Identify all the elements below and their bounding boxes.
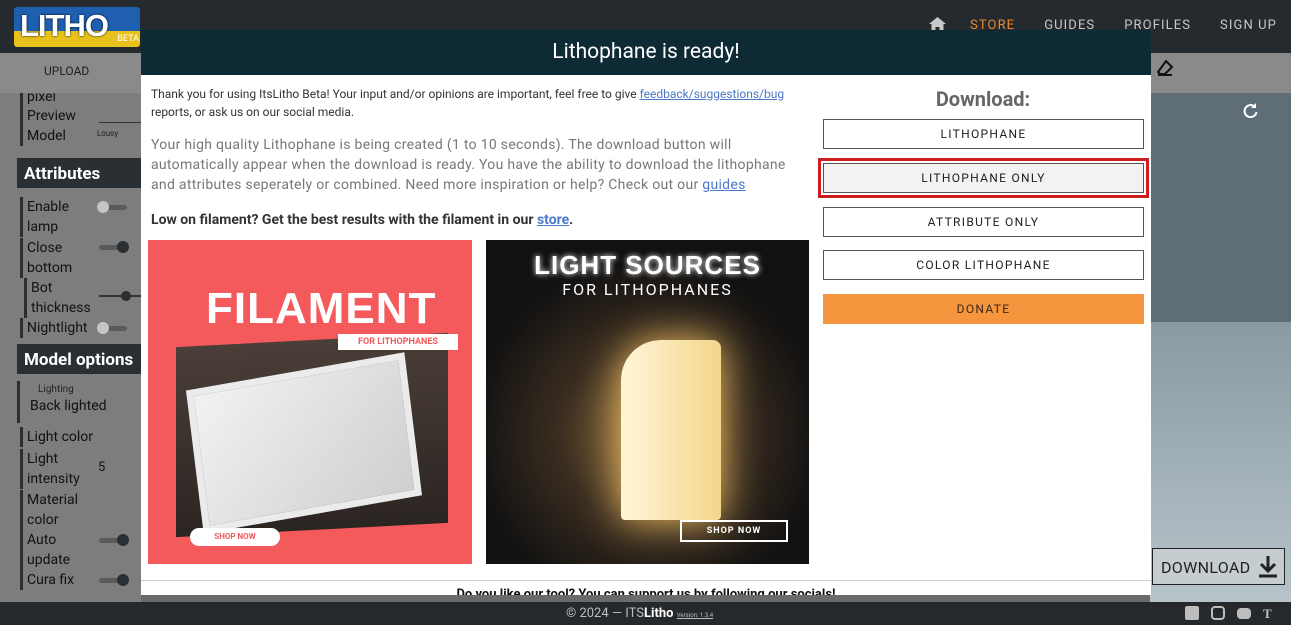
instagram-icon[interactable]: [1211, 606, 1225, 620]
download-modal: Lithophane is ready! Thank you for using…: [141, 30, 1151, 595]
lighting-value: Back lighted: [30, 398, 107, 414]
quality-low-label: Lousy: [97, 129, 119, 138]
intro-text: Thank you for using ItsLitho Beta! Your …: [151, 87, 785, 119]
facebook-icon[interactable]: [1185, 606, 1199, 620]
color-lithophane-button[interactable]: COLOR LITHOPHANE: [823, 250, 1144, 280]
modal-title: Lithophane is ready!: [141, 30, 1151, 75]
preview-label: Preview: [20, 106, 76, 126]
bottom-label: bottom: [20, 258, 72, 278]
enable-lamp-toggle[interactable]: [97, 201, 127, 213]
cura-fix-toggle[interactable]: [99, 574, 129, 586]
3d-viewport[interactable]: [1150, 93, 1291, 602]
guides-link[interactable]: guides: [702, 177, 745, 193]
light-sources-ad[interactable]: LIGHT SOURCES FOR LITHOPHANES SHOP NOW: [486, 240, 809, 564]
upload-tab[interactable]: UPLOAD: [44, 64, 89, 78]
lithophane-only-button[interactable]: LITHOPHANE ONLY: [818, 158, 1149, 198]
light-label: Light: [20, 449, 58, 469]
light-shop-now[interactable]: SHOP NOW: [680, 520, 788, 542]
settings-sidebar: pixel Preview Model Lousy Attributes Ena…: [0, 93, 141, 602]
copyright: © 2024 — ITSLitho Version: 1.3.4: [566, 606, 714, 621]
light-intensity-value[interactable]: 5: [98, 460, 105, 475]
pixel-label: pixel: [20, 93, 56, 107]
download-icon: [1259, 556, 1277, 578]
download-heading: Download:: [935, 87, 1031, 111]
auto-update-toggle[interactable]: [99, 534, 129, 546]
cura-fix-label: Cura fix: [20, 570, 74, 590]
lighting-label: Lighting: [38, 384, 74, 395]
youtube-icon[interactable]: [1237, 608, 1251, 619]
lamp-image: [621, 340, 721, 520]
logo-badge: BETA: [117, 34, 139, 44]
nav-sign-up[interactable]: SIGN UP: [1220, 18, 1277, 33]
page-footer: © 2024 — ITSLitho Version: 1.3.4 T: [0, 602, 1291, 625]
download-main-button[interactable]: DOWNLOAD: [1152, 548, 1285, 585]
version-link[interactable]: Version: 1.3.4: [677, 612, 713, 619]
color-label: color: [20, 510, 58, 530]
store-link[interactable]: store: [537, 212, 569, 228]
donate-button[interactable]: DONATE: [823, 294, 1144, 324]
feedback-link[interactable]: feedback/suggestions/bug: [640, 87, 785, 101]
eraser-icon[interactable]: [1157, 60, 1173, 76]
model-options-header[interactable]: Model options: [17, 344, 141, 374]
nightlight-label: Nightlight: [20, 318, 88, 338]
itslitho-logo[interactable]: LITHO BETA: [14, 7, 140, 47]
download-main-label: DOWNLOAD: [1161, 558, 1251, 577]
material-label: Material: [20, 490, 78, 510]
filament-shop-now[interactable]: SHOP NOW: [190, 528, 280, 546]
bot-thickness-slider[interactable]: [99, 291, 141, 301]
lithophane-button[interactable]: LITHOPHANE: [823, 119, 1144, 149]
intensity-label: intensity: [20, 469, 80, 489]
update-label: update: [20, 550, 70, 570]
logo-text: LITHO: [20, 8, 109, 43]
attribute-only-button[interactable]: ATTRIBUTE ONLY: [823, 207, 1144, 237]
enable-label: Enable: [20, 197, 69, 217]
refresh-icon[interactable]: [1243, 103, 1258, 118]
lighting-select[interactable]: Lighting Back lighted: [17, 381, 141, 423]
quality-slider[interactable]: [99, 122, 141, 123]
thickness-label: thickness: [24, 298, 91, 318]
light-ad-title: LIGHT SOURCES: [534, 250, 761, 280]
close-label: Close: [20, 238, 62, 258]
model-label: Model: [20, 126, 66, 146]
lithophane-tray-image: [176, 332, 448, 538]
tiktok-icon[interactable]: T: [1263, 606, 1277, 621]
modal-footer-text: Do you like our tool? You can support us…: [141, 580, 1151, 595]
description-text: Your high quality Lithophane is being cr…: [151, 137, 786, 193]
lamp-label: lamp: [20, 217, 58, 237]
light-color-label: Light color: [20, 427, 93, 447]
filament-ad-title: FILAMENT: [206, 284, 437, 333]
attributes-header[interactable]: Attributes: [17, 158, 141, 188]
light-ad-subtitle: FOR LITHOPHANES: [562, 280, 733, 299]
close-bottom-toggle[interactable]: [99, 241, 129, 253]
filament-ad-tag: FOR LITHOPHANES: [338, 334, 458, 350]
filament-promo-text: Low on filament? Get the best results wi…: [151, 212, 574, 228]
filament-ad[interactable]: FILAMENT FOR LITHOPHANES SHOP NOW: [148, 240, 472, 564]
nightlight-toggle[interactable]: [97, 322, 127, 334]
bot-label: Bot: [24, 278, 52, 298]
auto-label: Auto: [20, 530, 56, 550]
